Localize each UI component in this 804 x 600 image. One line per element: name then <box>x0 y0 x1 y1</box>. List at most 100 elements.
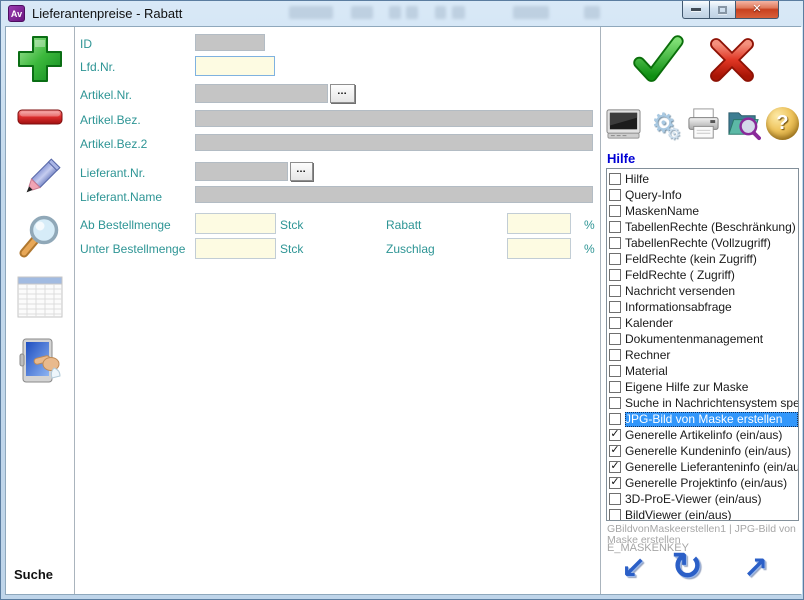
help-list-item[interactable]: TabellenRechte (Beschränkung) <box>607 219 798 235</box>
edit-button[interactable] <box>16 153 64 205</box>
zuschlag-field[interactable] <box>507 238 571 259</box>
checkbox[interactable] <box>609 397 621 409</box>
help-list-item[interactable]: Kalender <box>607 315 798 331</box>
print-button[interactable] <box>686 106 721 141</box>
help-list-item[interactable]: TabellenRechte (Vollzugriff) <box>607 235 798 251</box>
help-list-item-label[interactable]: Generelle Artikelinfo (ein/aus) <box>625 428 798 443</box>
checkbox[interactable] <box>609 493 621 505</box>
help-list-item[interactable]: Eigene Hilfe zur Maske <box>607 379 798 395</box>
help-list-item-label[interactable]: BildViewer (ein/aus) <box>625 508 798 522</box>
ok-button[interactable] <box>629 32 687 88</box>
checkbox[interactable] <box>609 173 621 185</box>
help-list-item[interactable]: JPG-Bild von Maske erstellen <box>607 411 798 427</box>
help-list-item[interactable]: 3D-ProE-Viewer (ein/aus) <box>607 491 798 507</box>
help-list-item-label[interactable]: Generelle Lieferanteninfo (ein/aus) <box>625 460 798 475</box>
help-list-item-label[interactable]: Hilfe <box>625 172 798 187</box>
checkbox[interactable] <box>609 269 621 281</box>
close-button[interactable]: ✕ <box>735 1 779 19</box>
help-list-item-label[interactable]: Rechner <box>625 348 798 363</box>
settings-button[interactable]: ⚙ ⚙ <box>646 106 681 141</box>
help-list-item[interactable]: ✓ Generelle Artikelinfo (ein/aus) <box>607 427 798 443</box>
help-list-item[interactable]: ✓ Generelle Projektinfo (ein/aus) <box>607 475 798 491</box>
table-view-button[interactable] <box>16 274 64 320</box>
help-list-item-label[interactable]: Eigene Hilfe zur Maske <box>625 380 798 395</box>
artikelnr-browse-button[interactable]: … <box>330 84 355 103</box>
help-list-item[interactable]: Rechner <box>607 347 798 363</box>
help-list-item[interactable]: Suche in Nachrichtensystem speichern <box>607 395 798 411</box>
help-list-item-label[interactable]: 3D-ProE-Viewer (ein/aus) <box>625 492 798 507</box>
minimize-button[interactable] <box>682 1 709 19</box>
checkbox[interactable] <box>609 285 621 297</box>
lieferantnr-browse-button[interactable]: … <box>290 162 313 181</box>
rabatt-field[interactable] <box>507 213 571 234</box>
help-list[interactable]: HilfeQuery-InfoMaskenNameTabellenRechte … <box>606 168 799 521</box>
checkbox[interactable] <box>609 333 621 345</box>
help-list-item-label[interactable]: Nachricht versenden <box>625 284 798 299</box>
help-list-item-label[interactable]: Generelle Projektinfo (ein/aus) <box>625 476 798 491</box>
delete-button[interactable] <box>16 105 64 129</box>
help-list-item-label[interactable]: FeldRechte (kein Zugriff) <box>625 252 798 267</box>
help-list-item-label[interactable]: Generelle Kundeninfo (ein/aus) <box>625 444 798 459</box>
checkbox[interactable] <box>609 301 621 313</box>
help-list-item[interactable]: Informationsabfrage <box>607 299 798 315</box>
checkbox[interactable] <box>609 381 621 393</box>
help-list-item-label[interactable]: Query-Info <box>625 188 798 203</box>
search-docs-button[interactable] <box>726 106 761 141</box>
add-button[interactable] <box>16 33 64 87</box>
help-list-item[interactable]: FeldRechte (kein Zugriff) <box>607 251 798 267</box>
unter-bestellmenge-field[interactable] <box>195 238 276 259</box>
help-list-item-label[interactable]: MaskenName <box>625 204 798 219</box>
help-list-item-label[interactable]: TabellenRechte (Beschränkung) <box>625 220 798 235</box>
titlebar[interactable]: Av Lieferantenpreise - Rabatt ✕ <box>1 1 803 26</box>
forward-arrow-button[interactable]: ↗ <box>743 554 768 584</box>
help-list-item[interactable]: ✓ Generelle Kundeninfo (ein/aus) <box>607 443 798 459</box>
checkbox[interactable] <box>609 237 621 249</box>
help-list-item-label[interactable]: Dokumentenmanagement <box>625 332 798 347</box>
help-list-item-label[interactable]: Informationsabfrage <box>625 300 798 315</box>
help-list-item-label[interactable]: Material <box>625 364 798 379</box>
id-field[interactable] <box>195 34 265 51</box>
cancel-button[interactable] <box>703 32 761 88</box>
lieferantname-field[interactable] <box>195 186 593 203</box>
help-list-item[interactable]: Query-Info <box>607 187 798 203</box>
checkbox[interactable] <box>609 221 621 233</box>
checkbox[interactable]: ✓ <box>609 429 621 441</box>
checkbox[interactable] <box>609 189 621 201</box>
help-list-item[interactable]: Dokumentenmanagement <box>607 331 798 347</box>
maximize-button[interactable] <box>709 1 735 19</box>
refresh-button[interactable]: ↻ <box>671 548 703 586</box>
lfdnr-field[interactable] <box>195 56 275 76</box>
help-list-item[interactable]: FeldRechte ( Zugriff) <box>607 267 798 283</box>
monitor-button[interactable] <box>606 106 641 141</box>
help-list-item[interactable]: Hilfe <box>607 171 798 187</box>
help-list-item[interactable]: Material <box>607 363 798 379</box>
help-list-item-label[interactable]: FeldRechte ( Zugriff) <box>625 268 798 283</box>
checkbox[interactable] <box>609 205 621 217</box>
checkbox[interactable]: ✓ <box>609 477 621 489</box>
artikelbez-field[interactable] <box>195 110 593 127</box>
lieferantnr-field[interactable] <box>195 162 288 181</box>
help-list-item-label[interactable]: Suche in Nachrichtensystem speichern <box>625 396 798 411</box>
ab-bestellmenge-field[interactable] <box>195 213 276 234</box>
artikelbez2-field[interactable] <box>195 134 593 151</box>
help-list-item[interactable]: ✓ Generelle Lieferanteninfo (ein/aus) <box>607 459 798 475</box>
artikelnr-field[interactable] <box>195 84 328 103</box>
help-button[interactable]: ? <box>765 106 800 141</box>
checkbox[interactable] <box>609 253 621 265</box>
help-list-item-label[interactable]: TabellenRechte (Vollzugriff) <box>625 236 798 251</box>
checkbox[interactable] <box>609 509 621 521</box>
checkbox[interactable] <box>609 413 621 425</box>
checkbox[interactable] <box>609 365 621 377</box>
checkbox[interactable] <box>609 317 621 329</box>
help-list-item-label[interactable]: JPG-Bild von Maske erstellen <box>625 412 798 427</box>
help-list-item[interactable]: BildViewer (ein/aus) <box>607 507 798 521</box>
screen-select-button[interactable] <box>16 332 64 390</box>
checkbox[interactable]: ✓ <box>609 445 621 457</box>
help-list-item[interactable]: MaskenName <box>607 203 798 219</box>
help-list-item-label[interactable]: Kalender <box>625 316 798 331</box>
back-arrow-button[interactable]: ↙ <box>621 554 646 584</box>
checkbox[interactable]: ✓ <box>609 461 621 473</box>
search-button[interactable] <box>16 212 64 262</box>
help-list-item[interactable]: Nachricht versenden <box>607 283 798 299</box>
checkbox[interactable] <box>609 349 621 361</box>
